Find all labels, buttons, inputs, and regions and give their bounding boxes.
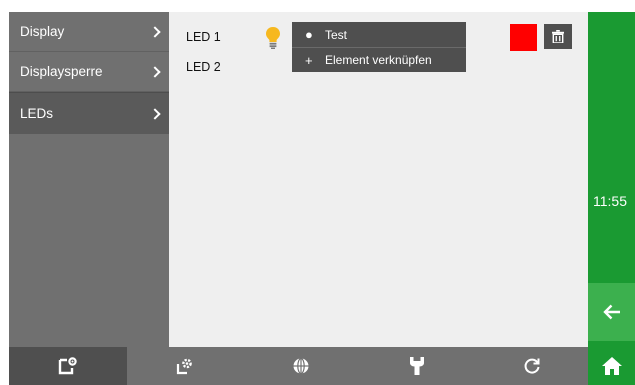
lightbulb-icon[interactable]: [266, 27, 280, 49]
plus-icon: +: [305, 52, 313, 68]
bottom-toolbar: [9, 347, 588, 385]
home-icon: [601, 356, 622, 375]
tools-button[interactable]: [359, 347, 475, 385]
sidebar-item-displaysperre[interactable]: Displaysperre: [9, 52, 169, 92]
dropdown-item-link-element[interactable]: + Element verknüpfen: [292, 47, 466, 72]
refresh-icon: [524, 358, 539, 374]
sidebar-item-label: Display: [20, 24, 65, 39]
sidebar-item-label: LEDs: [20, 106, 54, 121]
sidebar-item-label: Displaysperre: [20, 64, 103, 79]
dropdown-item-label: Element verknüpfen: [325, 53, 432, 67]
trash-icon: [552, 30, 564, 43]
system-settings-button[interactable]: [127, 347, 243, 385]
chevron-right-icon: [149, 65, 161, 78]
network-button[interactable]: [243, 347, 359, 385]
chevron-right-icon: [149, 25, 161, 38]
globe-icon: [293, 357, 309, 375]
arrow-left-icon: [602, 304, 620, 320]
led-element-dropdown: ● Test + Element verknüpfen: [292, 22, 466, 72]
clock: 11:55: [593, 193, 627, 209]
widget-settings-button[interactable]: [9, 347, 127, 385]
wrench-icon: [410, 357, 424, 375]
delete-button[interactable]: [544, 24, 572, 49]
home-button[interactable]: [588, 346, 635, 385]
back-button[interactable]: [588, 283, 635, 341]
dropdown-item-label: Test: [325, 27, 348, 42]
led-color-swatch[interactable]: [510, 24, 537, 51]
sidebar-item-leds[interactable]: LEDs: [9, 92, 169, 134]
system-settings-icon: [176, 358, 192, 375]
sidebar: Display Displaysperre LEDs: [9, 12, 169, 347]
refresh-button[interactable]: [475, 347, 588, 385]
widget-settings-icon: [58, 357, 77, 375]
bullet-icon: ●: [305, 27, 313, 42]
dropdown-item-test[interactable]: ● Test: [292, 22, 466, 47]
led-settings-panel: LED 1 LED 2 ● Test + Element verknüpfen: [169, 12, 588, 347]
sidebar-item-display[interactable]: Display: [9, 12, 169, 52]
led-1-label: LED 1: [186, 30, 221, 44]
led-2-label: LED 2: [186, 60, 221, 74]
chevron-right-icon: [149, 107, 161, 120]
